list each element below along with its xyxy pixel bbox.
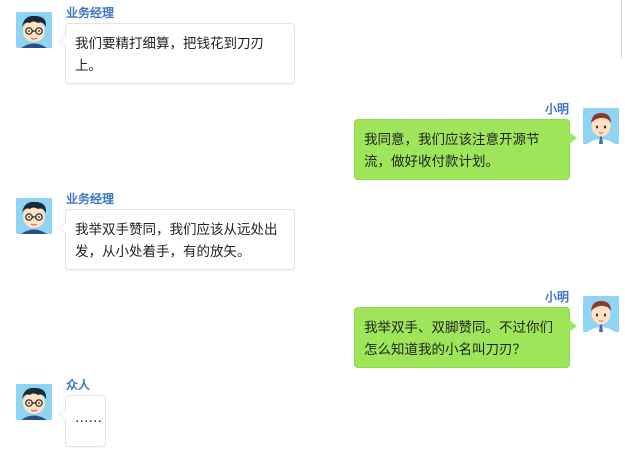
- manager-avatar-icon[interactable]: [16, 384, 52, 420]
- message-text-line: ……: [75, 410, 102, 426]
- message-text-line: 我举双手赞同，我们应该从远处出: [75, 222, 278, 238]
- sender-name: 小明: [544, 290, 569, 304]
- xiaoming-avatar-icon[interactable]: [583, 108, 619, 144]
- xiaoming-avatar-icon[interactable]: [583, 296, 619, 332]
- message-bubble[interactable]: 我举双手赞同，我们应该从远处出 发，从小处着手，有的放矢。: [59, 209, 295, 270]
- sender-name: 业务经理: [66, 6, 115, 20]
- sender-name: 业务经理: [66, 192, 115, 206]
- message-text-line: 流，做好收付款计划。: [364, 154, 499, 170]
- scroll-edge-divider: [621, 0, 622, 58]
- sender-name: 小明: [544, 102, 569, 116]
- message-text-line: 上。: [75, 58, 102, 74]
- message-text-line: 发，从小处着手，有的放矢。: [75, 244, 251, 260]
- manager-avatar-icon[interactable]: [16, 12, 52, 48]
- message-text-line: 我同意，我们应该注意开源节: [364, 132, 540, 148]
- message-text-line: 怎么知道我的小名叫刀刃？: [364, 342, 526, 358]
- message-bubble[interactable]: 我们要精打细算，把钱花到刀刃 上。: [59, 23, 295, 84]
- message-bubble[interactable]: 我同意，我们应该注意开源节 流，做好收付款计划。: [354, 119, 577, 180]
- message-text-line: 我举双手、双脚赞同。不过你们: [364, 320, 553, 336]
- manager-avatar-icon[interactable]: [16, 198, 52, 234]
- message-text-line: 我们要精打细算，把钱花到刀刃: [75, 36, 264, 52]
- message-bubble[interactable]: 我举双手、双脚赞同。不过你们 怎么知道我的小名叫刀刃？: [354, 307, 577, 368]
- sender-name: 众人: [66, 378, 91, 392]
- message-bubble[interactable]: ……: [59, 395, 106, 447]
